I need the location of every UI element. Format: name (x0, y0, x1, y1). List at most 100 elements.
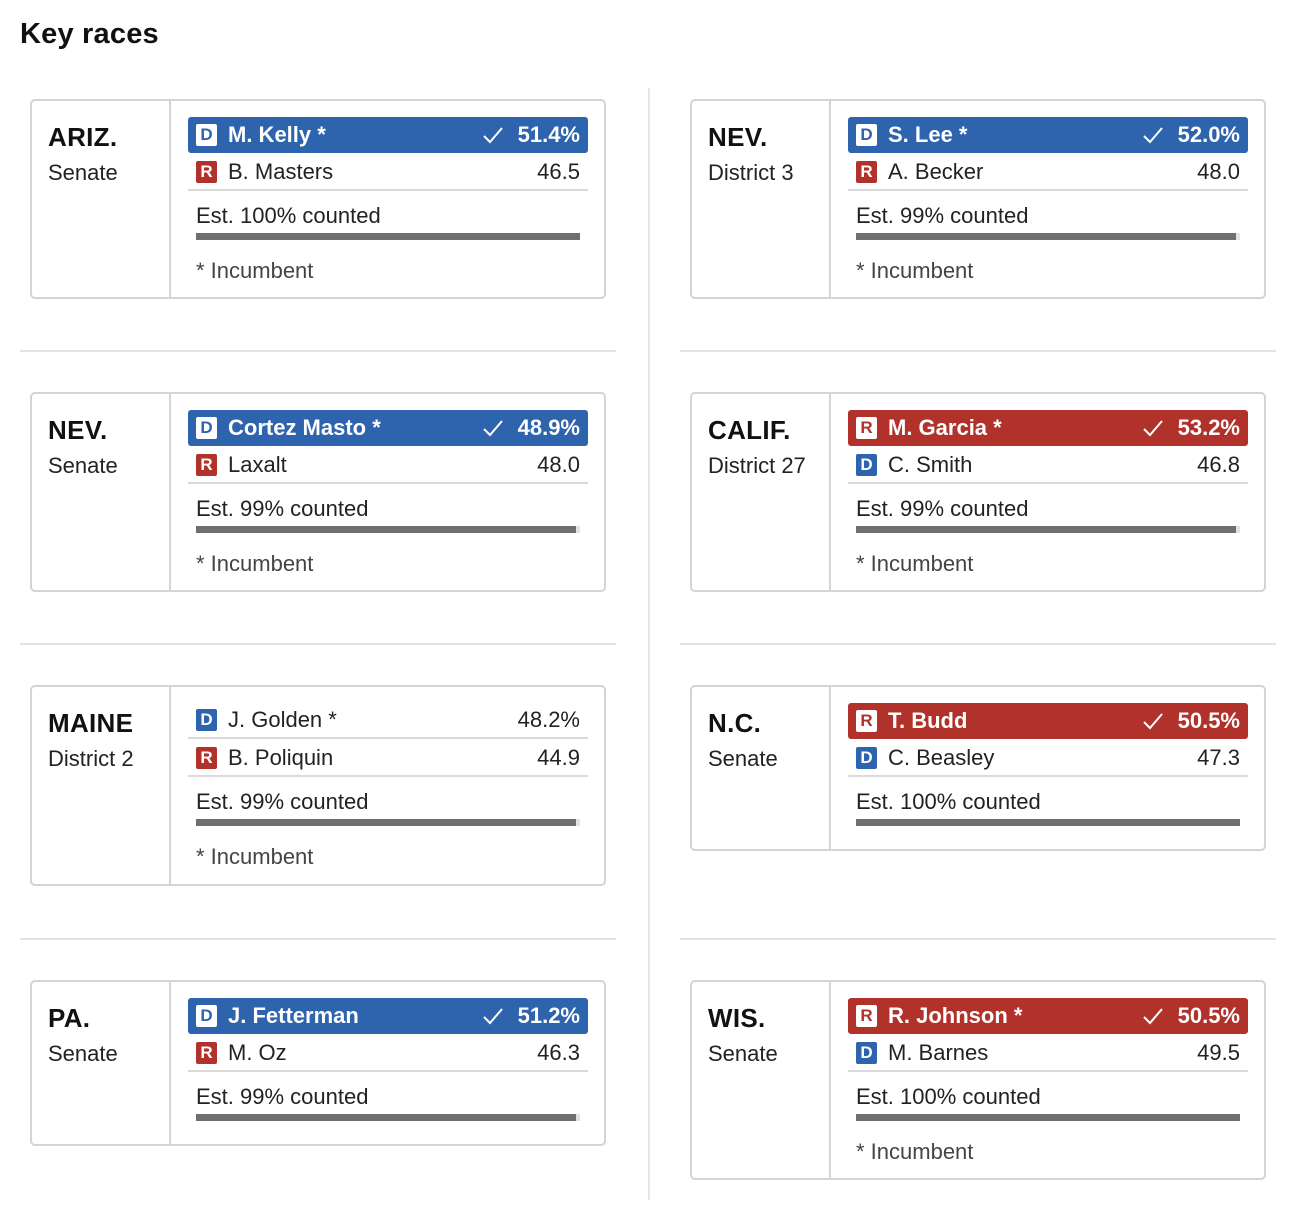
candidate-row: D M. Barnes 49.5 (848, 1036, 1248, 1072)
counted-progress-fill (856, 819, 1240, 826)
party-badge: R (856, 417, 877, 439)
counted-progress-fill (856, 526, 1237, 533)
counted-label: Est. 99% counted (196, 1084, 369, 1109)
candidate-row: R B. Masters 46.5 (188, 155, 588, 191)
vote-percent: 47.3 (1197, 745, 1240, 770)
state-name: PA. (48, 1003, 91, 1033)
race-card: MAINE District 2 D J. Golden * 48.2% R B. Poli… (30, 685, 606, 886)
race-label-panel: N.C. Senate (692, 687, 831, 849)
candidate-name: Cortez Masto * (228, 415, 381, 440)
counted-progress-fill (856, 233, 1237, 240)
race-label-panel: NEV. Senate (32, 394, 171, 590)
state-name: WIS. (708, 1003, 766, 1033)
winner-row: R M. Garcia * 53.2% (848, 410, 1248, 446)
party-badge: D (196, 709, 217, 731)
incumbent-note: * Incumbent (856, 1139, 974, 1164)
party-badge: R (196, 747, 217, 769)
counted-progress-fill (196, 1114, 577, 1121)
race-card: ARIZ. Senate D M. Kelly * 51.4% R B. Masters 46… (30, 99, 606, 299)
counted-label: Est. 99% counted (196, 496, 369, 521)
race-name: Senate (48, 453, 118, 478)
checkmark-icon (1142, 711, 1164, 731)
results-panel: D S. Lee * 52.0% R A. Becker 48.0 Est. 99% cou… (848, 117, 1248, 284)
checkmark-icon (482, 418, 504, 438)
race-name: District 27 (708, 453, 806, 478)
counted-progress-fill (196, 526, 577, 533)
race-name: Senate (48, 1041, 118, 1066)
candidate-row: D J. Golden * 48.2% (188, 703, 588, 739)
party-badge: R (196, 161, 217, 183)
counted-progress-fill (196, 233, 580, 240)
counted-progress-bar (196, 1114, 580, 1121)
candidate-name: A. Becker (888, 159, 984, 184)
winner-row: R T. Budd 50.5% (848, 703, 1248, 739)
candidate-name: B. Masters (228, 159, 334, 184)
incumbent-note: * Incumbent (856, 551, 974, 576)
incumbent-note: * Incumbent (856, 258, 974, 283)
party-badge: D (856, 124, 877, 146)
vote-percent: 48.0 (1197, 159, 1240, 184)
race-card: WIS. Senate R R. Johnson * 50.5% D M. Barnes 49… (690, 980, 1266, 1180)
candidate-name: T. Budd (888, 708, 968, 733)
race-card: CALIF. District 27 R M. Garcia * 53.2% D C. Sm… (690, 392, 1266, 592)
candidate-name: C. Beasley (888, 745, 995, 770)
row-divider (20, 938, 616, 940)
results-panel: R M. Garcia * 53.2% D C. Smith 46.8 Est. 99% c… (848, 410, 1248, 577)
candidate-name: B. Poliquin (228, 745, 334, 770)
race-label-panel: NEV. District 3 (692, 101, 831, 297)
candidate-name: Laxalt (228, 452, 287, 477)
vote-percent: 52.0% (1177, 122, 1240, 147)
race-name: Senate (708, 746, 778, 771)
candidate-name: M. Kelly * (228, 122, 326, 147)
winner-row: D J. Fetterman 51.2% (188, 998, 588, 1034)
row-divider (680, 350, 1276, 352)
state-name: NEV. (48, 415, 108, 445)
race-card: NEV. Senate D Cortez Masto * 48.9% R Laxalt 48.… (30, 392, 606, 592)
column-divider (648, 88, 650, 1200)
checkmark-icon (482, 1006, 504, 1026)
state-name: N.C. (708, 708, 762, 738)
incumbent-note: * Incumbent (196, 551, 314, 576)
row-divider (20, 350, 616, 352)
party-badge: D (856, 454, 877, 476)
party-badge: R (856, 161, 877, 183)
race-label-panel: MAINE District 2 (32, 687, 171, 884)
candidate-row: R M. Oz 46.3 (188, 1036, 588, 1072)
race-card: N.C. Senate R T. Budd 50.5% D C. Beasley 47.3 Es… (690, 685, 1266, 851)
candidate-name: C. Smith (888, 452, 973, 477)
counted-label: Est. 100% counted (196, 203, 381, 228)
winner-row: D Cortez Masto * 48.9% (188, 410, 588, 446)
counted-progress-bar (196, 526, 580, 533)
results-panel: D Cortez Masto * 48.9% R Laxalt 48.0 Est. 99% … (188, 410, 588, 577)
counted-progress-bar (856, 233, 1240, 240)
vote-percent: 53.2% (1177, 415, 1240, 440)
checkmark-icon (1142, 418, 1164, 438)
candidate-name: R. Johnson * (888, 1003, 1023, 1028)
race-name: District 2 (48, 746, 134, 771)
state-name: MAINE (48, 708, 134, 738)
party-badge: D (196, 1005, 217, 1027)
vote-percent: 44.9 (537, 745, 580, 770)
candidate-row: R Laxalt 48.0 (188, 448, 588, 484)
results-panel: D M. Kelly * 51.4% R B. Masters 46.5 Est. 100%… (188, 117, 588, 284)
row-divider (680, 643, 1276, 645)
candidate-name: M. Oz (228, 1040, 287, 1065)
party-badge: R (856, 710, 877, 732)
results-panel: R T. Budd 50.5% D C. Beasley 47.3 Est. 100% co… (848, 703, 1248, 826)
party-badge: D (856, 1042, 877, 1064)
state-name: ARIZ. (48, 122, 118, 152)
vote-percent: 51.4% (517, 122, 580, 147)
row-divider (20, 643, 616, 645)
race-card: PA. Senate D J. Fetterman 51.2% R M. Oz 46.3 Est… (30, 980, 606, 1146)
counted-progress-fill (856, 1114, 1240, 1121)
vote-percent: 46.8 (1197, 452, 1240, 477)
candidate-row: D C. Beasley 47.3 (848, 741, 1248, 777)
counted-label: Est. 99% counted (196, 789, 369, 814)
race-label-panel: CALIF. District 27 (692, 394, 831, 590)
vote-percent: 46.5 (537, 159, 580, 184)
race-name: Senate (48, 160, 118, 185)
winner-row: D S. Lee * 52.0% (848, 117, 1248, 153)
checkmark-icon (482, 125, 504, 145)
vote-percent: 46.3 (537, 1040, 580, 1065)
vote-percent: 48.2% (517, 707, 580, 732)
